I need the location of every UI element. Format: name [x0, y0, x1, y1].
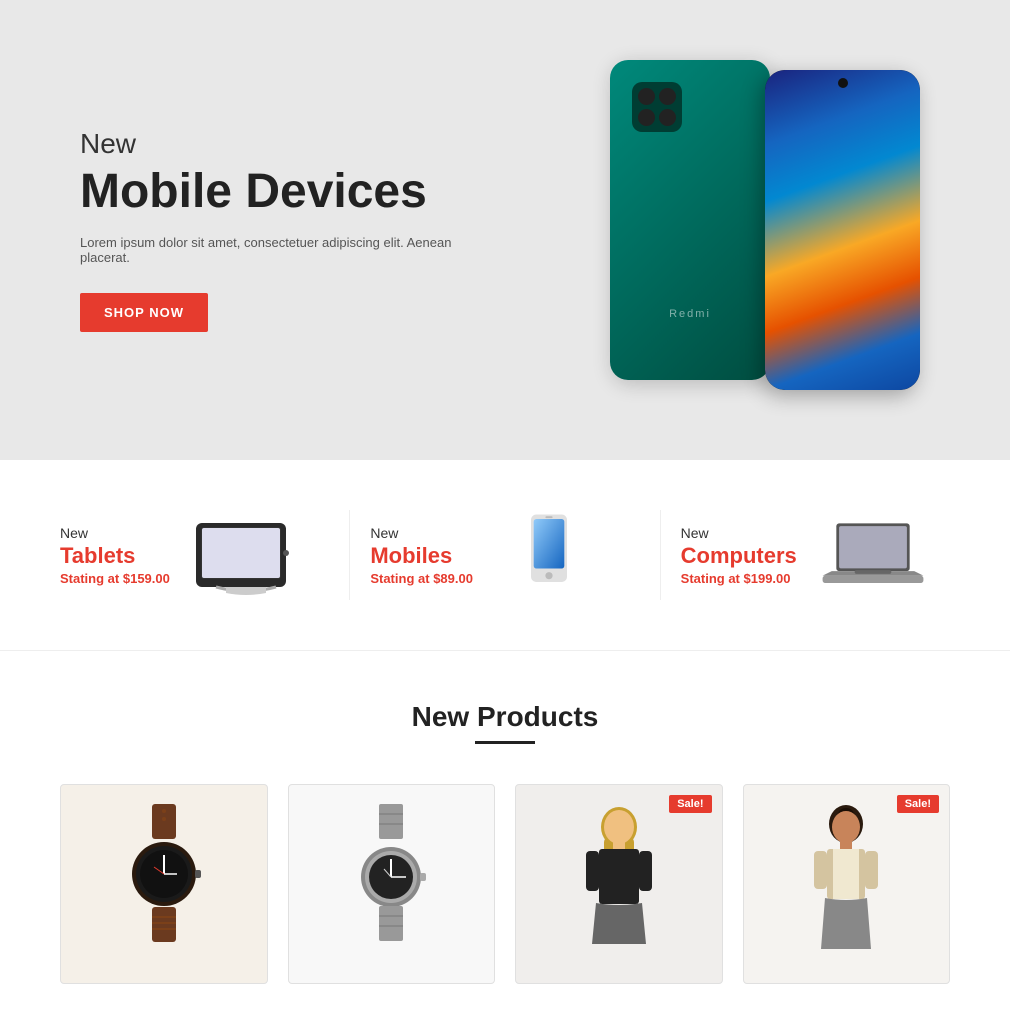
mobiles-new-label: New: [370, 525, 473, 541]
tablets-price: Stating at $159.00: [60, 571, 170, 586]
hero-new-label: New: [80, 128, 500, 160]
category-computers[interactable]: New Computers Stating at $199.00: [681, 510, 950, 600]
hero-description: Lorem ipsum dolor sit amet, consectetuer…: [80, 235, 500, 265]
product-watch-brown-image: [61, 785, 267, 983]
category-mobiles[interactable]: New Mobiles Stating at $89.00: [370, 510, 660, 600]
products-grid: Sale!: [60, 784, 950, 984]
mobiles-price-value: $89.00: [433, 571, 473, 586]
category-computers-text: New Computers Stating at $199.00: [681, 525, 797, 586]
hero-text: New Mobile Devices Lorem ipsum dolor sit…: [80, 128, 500, 332]
computers-price-label: Stating at: [681, 571, 740, 586]
tablets-image: [186, 510, 306, 600]
hero-image: Redmi: [590, 40, 930, 420]
phone-camera-module: [632, 82, 682, 132]
product-card-person-dark[interactable]: Sale!: [743, 784, 951, 984]
person-blonde-svg: [574, 799, 664, 969]
computers-name: Computers: [681, 543, 797, 569]
watch-brown-svg: [119, 799, 209, 969]
new-products-section: New Products: [0, 651, 1010, 1014]
product-card-person-blonde[interactable]: Sale!: [515, 784, 723, 984]
product-person-blonde-image: [516, 785, 722, 983]
category-mobiles-text: New Mobiles Stating at $89.00: [370, 525, 473, 586]
phone-screen: [765, 70, 920, 390]
tablets-price-value: $159.00: [123, 571, 170, 586]
phone-punch-hole: [838, 78, 848, 88]
computers-new-label: New: [681, 525, 797, 541]
shop-now-button[interactable]: SHOP NOW: [80, 293, 208, 332]
computers-price: Stating at $199.00: [681, 571, 797, 586]
computers-price-value: $199.00: [744, 571, 791, 586]
product-watch-silver-image: [289, 785, 495, 983]
category-tablets-text: New Tablets Stating at $159.00: [60, 525, 170, 586]
person-dark-svg: [801, 799, 891, 969]
phone-back: Redmi: [610, 60, 770, 380]
camera-dot-1: [638, 88, 655, 105]
product-person-dark-image: [744, 785, 950, 983]
tablet-icon: [191, 515, 301, 595]
mobiles-image: [489, 510, 609, 600]
product-card-watch-silver[interactable]: [288, 784, 496, 984]
hero-section: New Mobile Devices Lorem ipsum dolor sit…: [0, 0, 1010, 460]
hero-title: Mobile Devices: [80, 164, 500, 219]
section-underline: [475, 741, 535, 744]
camera-dot-4: [659, 109, 676, 126]
sale-badge-3: Sale!: [669, 795, 711, 813]
tablets-price-label: Stating at: [60, 571, 119, 586]
categories-section: New Tablets Stating at $159.00 New Mob: [0, 460, 1010, 651]
camera-dot-2: [659, 88, 676, 105]
phone-front: [765, 70, 920, 390]
camera-dot-3: [638, 109, 655, 126]
watch-silver-svg: [346, 799, 436, 969]
category-tablets[interactable]: New Tablets Stating at $159.00: [60, 510, 350, 600]
new-products-title: New Products: [60, 701, 950, 733]
mobile-icon: [514, 510, 584, 600]
tablets-name: Tablets: [60, 543, 170, 569]
laptop-icon: [818, 518, 928, 593]
sale-badge-4: Sale!: [897, 795, 939, 813]
tablets-new-label: New: [60, 525, 170, 541]
product-card-watch-brown[interactable]: [60, 784, 268, 984]
mobiles-price: Stating at $89.00: [370, 571, 473, 586]
computers-image: [813, 510, 933, 600]
mobiles-name: Mobiles: [370, 543, 473, 569]
phone-brand-label: Redmi: [669, 308, 711, 320]
mobiles-price-label: Stating at: [370, 571, 429, 586]
